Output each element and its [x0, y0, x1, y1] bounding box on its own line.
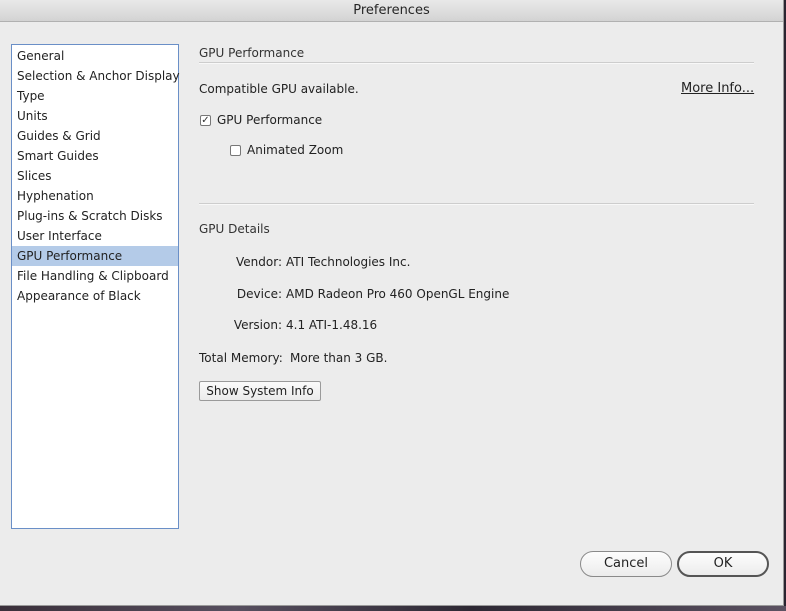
version-label: Version: [233, 318, 282, 332]
device-label: Device: [236, 287, 282, 301]
section-title-gpu-details: GPU Details [199, 222, 270, 236]
sidebar-item-gpu-performance[interactable]: GPU Performance [12, 246, 178, 266]
cancel-button[interactable]: Cancel [580, 551, 672, 577]
sidebar-item-selection-anchor-display[interactable]: Selection & Anchor Display [12, 66, 180, 86]
more-info-link[interactable]: More Info... [681, 81, 754, 96]
sidebar-item-units[interactable]: Units [12, 106, 178, 126]
section-divider-top [199, 62, 754, 64]
sidebar-item-appearance-of-black[interactable]: Appearance of Black [12, 286, 178, 306]
gpu-performance-checkbox[interactable]: ✓ [200, 115, 211, 126]
window-title: Preferences [0, 0, 783, 22]
sidebar-item-slices[interactable]: Slices [12, 166, 178, 186]
version-value: 4.1 ATI-1.48.16 [286, 318, 378, 332]
sidebar-item-smart-guides[interactable]: Smart Guides [12, 146, 178, 166]
preferences-window: Preferences General Selection & Anchor D… [0, 0, 784, 606]
ok-button[interactable]: OK [677, 551, 769, 577]
total-memory-label: Total Memory: [199, 351, 283, 365]
gpu-performance-checkbox-label[interactable]: GPU Performance [217, 113, 322, 127]
sidebar-item-plugins-scratch-disks[interactable]: Plug-ins & Scratch Disks [12, 206, 178, 226]
vendor-value: ATI Technologies Inc. [286, 255, 411, 269]
animated-zoom-checkbox-label[interactable]: Animated Zoom [247, 143, 343, 157]
sidebar-item-type[interactable]: Type [12, 86, 178, 106]
device-value: AMD Radeon Pro 460 OpenGL Engine [286, 287, 510, 301]
sidebar-item-hyphenation[interactable]: Hyphenation [12, 186, 178, 206]
sidebar-item-guides-grid[interactable]: Guides & Grid [12, 126, 178, 146]
compatible-gpu-text: Compatible GPU available. [199, 82, 359, 96]
section-divider-middle [199, 203, 754, 205]
total-memory-value: More than 3 GB. [290, 351, 388, 365]
desktop-background-strip [0, 606, 786, 611]
sidebar-item-file-handling-clipboard[interactable]: File Handling & Clipboard [12, 266, 178, 286]
animated-zoom-checkbox[interactable] [230, 145, 241, 156]
sidebar-item-general[interactable]: General [12, 46, 178, 66]
show-system-info-button[interactable]: Show System Info [199, 381, 321, 401]
vendor-label: Vendor: [236, 255, 282, 269]
category-list: General Selection & Anchor Display Type … [11, 44, 180, 529]
section-title-gpu-performance: GPU Performance [199, 46, 305, 60]
sidebar-item-user-interface[interactable]: User Interface [12, 226, 178, 246]
